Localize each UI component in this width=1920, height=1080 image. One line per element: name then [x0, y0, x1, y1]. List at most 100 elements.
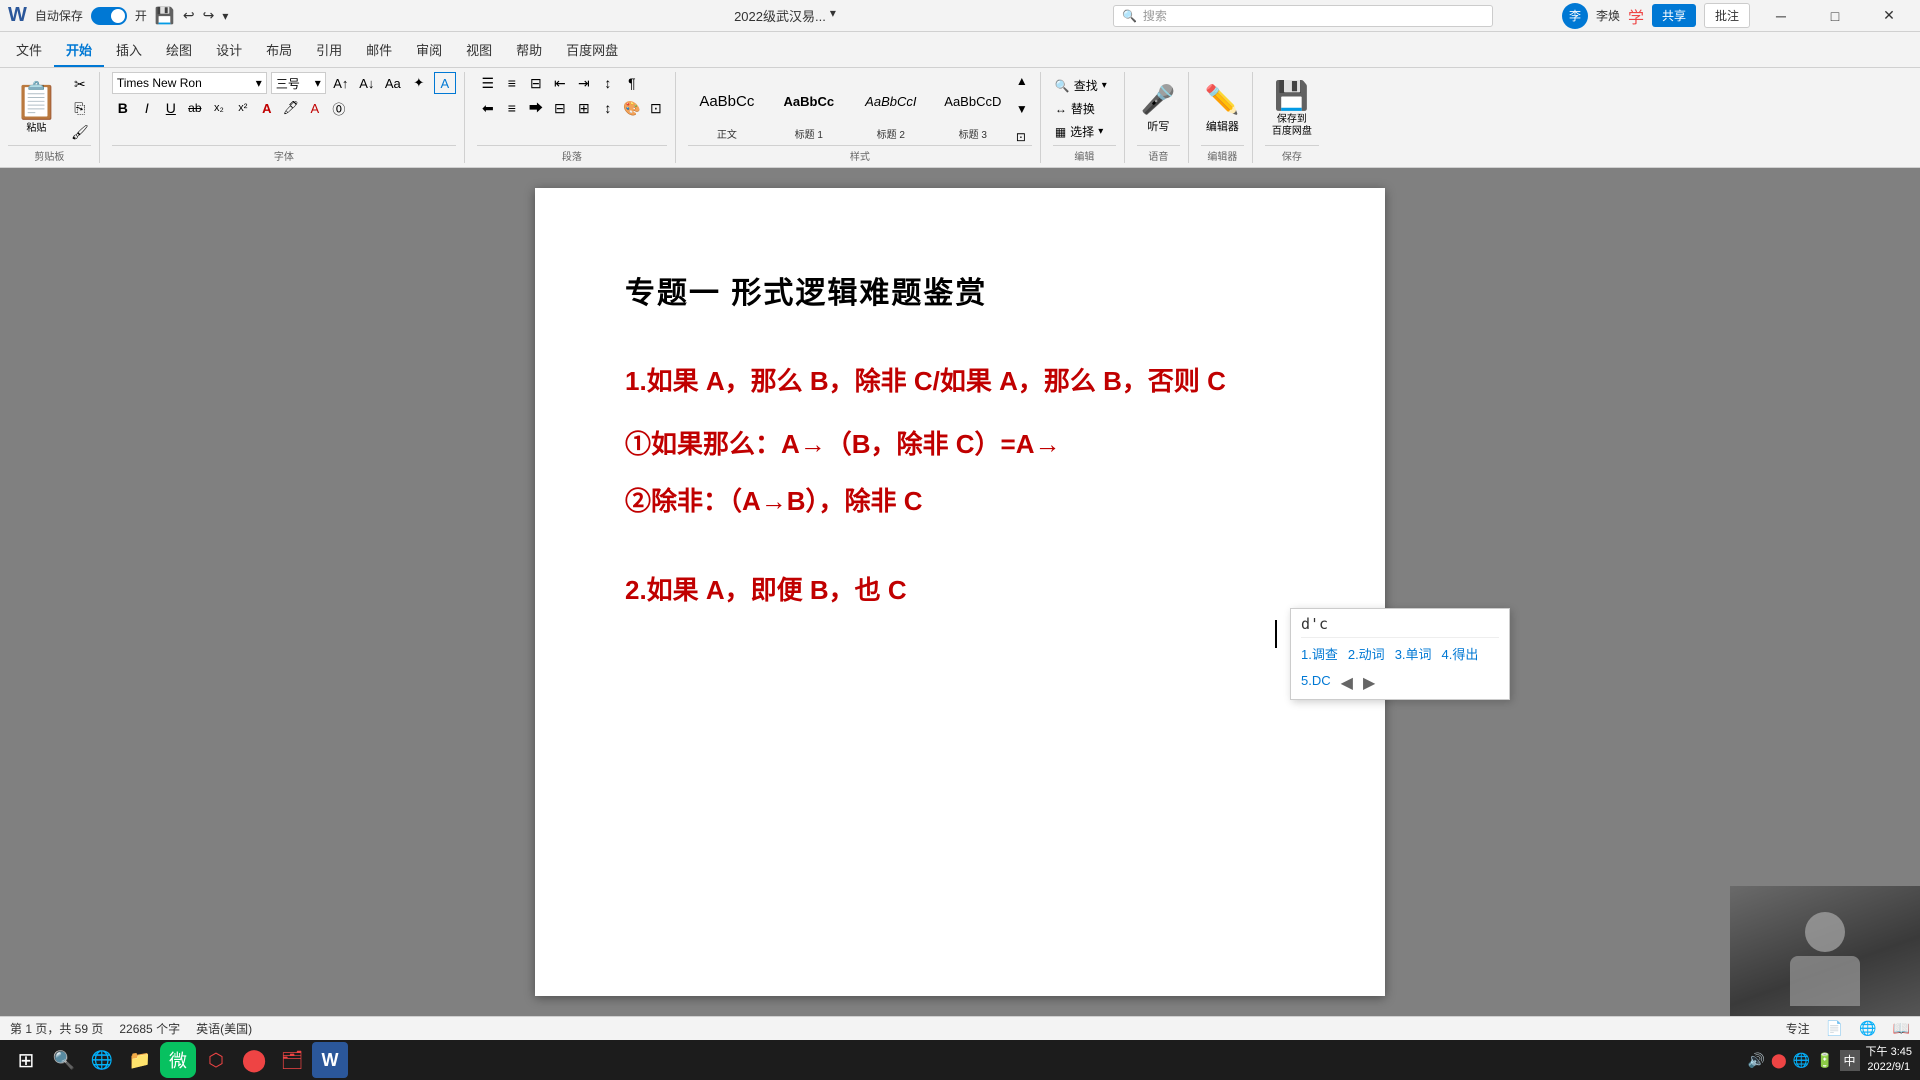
- share-button[interactable]: 共享: [1652, 4, 1696, 27]
- tab-review[interactable]: 审阅: [404, 34, 454, 67]
- align-center-button[interactable]: ≡: [501, 97, 523, 119]
- tab-view[interactable]: 视图: [454, 34, 504, 67]
- taskbar-search[interactable]: 🔍: [46, 1042, 82, 1078]
- paste-button[interactable]: 📋 粘贴: [8, 81, 65, 136]
- styles-expand[interactable]: ⊡: [1016, 130, 1032, 144]
- numbering-button[interactable]: ≡: [501, 72, 523, 94]
- doc-line-3[interactable]: ②除非：（A→B），除非 C: [625, 482, 1295, 521]
- comment-button[interactable]: 批注: [1704, 3, 1750, 28]
- clear-format-button[interactable]: ✦: [408, 72, 430, 94]
- popup-option-3[interactable]: 3.单词: [1395, 644, 1432, 663]
- strikethrough-button[interactable]: ab: [184, 97, 206, 119]
- find-button[interactable]: 🔍 查找 ▾: [1053, 75, 1116, 96]
- popup-option-1[interactable]: 1.调查: [1301, 644, 1338, 663]
- replace-button[interactable]: ↔ 替换: [1053, 98, 1116, 119]
- systray-network[interactable]: 🌐: [1793, 1052, 1810, 1069]
- more-icon[interactable]: ▾: [222, 9, 228, 23]
- taskbar-wechat[interactable]: 微: [160, 1042, 196, 1078]
- save-icon[interactable]: 💾: [155, 6, 175, 26]
- style-heading2[interactable]: AaBbCcI 标题 2: [852, 73, 930, 144]
- text-format-button[interactable]: A: [434, 72, 456, 94]
- font-color-button[interactable]: A: [304, 97, 326, 119]
- text-color-button[interactable]: A: [256, 97, 278, 119]
- popup-option-2[interactable]: 2.动词: [1348, 644, 1385, 663]
- user-avatar[interactable]: 李: [1562, 3, 1588, 29]
- highlight-button[interactable]: 🖊: [280, 97, 302, 119]
- change-case-button[interactable]: Aa: [382, 72, 404, 94]
- view-print-icon[interactable]: 📄: [1826, 1020, 1843, 1037]
- multilevel-button[interactable]: ⊟: [525, 72, 547, 94]
- taskbar-record[interactable]: ⬤: [236, 1042, 272, 1078]
- font-size-selector[interactable]: 三号 ▾: [271, 72, 326, 94]
- align-left-button[interactable]: ⬅: [477, 97, 499, 119]
- underline-button[interactable]: U: [160, 97, 182, 119]
- taskbar-app5[interactable]: ⬡: [198, 1042, 234, 1078]
- doc-line-2[interactable]: ①如果那么：A→（B，除非 C）=A→: [625, 425, 1295, 464]
- focus-button[interactable]: 专注: [1786, 1020, 1810, 1037]
- italic-button[interactable]: I: [136, 97, 158, 119]
- tab-baidu[interactable]: 百度网盘: [554, 34, 630, 67]
- indent-more-button[interactable]: ⇥: [573, 72, 595, 94]
- line-spacing-button[interactable]: ↕: [597, 97, 619, 119]
- view-web-icon[interactable]: 🌐: [1859, 1020, 1876, 1037]
- tab-design[interactable]: 设计: [204, 34, 254, 67]
- systray-volume[interactable]: 🔊: [1748, 1052, 1765, 1069]
- dictate-button[interactable]: 🎤 听写: [1141, 83, 1176, 134]
- editor-button[interactable]: ✏️ 编辑器: [1205, 83, 1240, 134]
- redo-icon[interactable]: ↪: [203, 7, 215, 24]
- indent-less-button[interactable]: ⇤: [549, 72, 571, 94]
- save-baidu-button[interactable]: 💾 保存到百度网盘: [1272, 79, 1312, 138]
- cut-button[interactable]: ✂: [69, 74, 91, 96]
- text-effect-button[interactable]: ⓪: [328, 97, 350, 119]
- popup-option-4[interactable]: 4.得出: [1442, 644, 1479, 663]
- increase-font-button[interactable]: A↑: [330, 72, 352, 94]
- view-read-icon[interactable]: 📖: [1893, 1020, 1910, 1037]
- doc-line-1[interactable]: 1.如果 A，那么 B，除非 C/如果 A，那么 B，否则 C: [625, 362, 1295, 401]
- autocomplete-popup[interactable]: d'c 1.调查 2.动词 3.单词 4.得出 5.DC ◀ ▶: [1290, 608, 1510, 700]
- systray-battery[interactable]: 🔋: [1816, 1052, 1833, 1069]
- tab-help[interactable]: 帮助: [504, 34, 554, 67]
- select-button[interactable]: ▦ 选择 ▾: [1053, 121, 1116, 142]
- tab-insert[interactable]: 插入: [104, 34, 154, 67]
- border-button[interactable]: ⊡: [645, 97, 667, 119]
- close-button[interactable]: ✕: [1866, 0, 1912, 32]
- styles-scroll-up[interactable]: ▲: [1016, 74, 1032, 88]
- title-dropdown[interactable]: ▾: [830, 6, 836, 25]
- popup-nav-left[interactable]: ◀: [1341, 673, 1353, 693]
- systray-record[interactable]: ⬤: [1771, 1052, 1787, 1069]
- show-marks-button[interactable]: ¶: [621, 72, 643, 94]
- sort-button[interactable]: ↕: [597, 72, 619, 94]
- justify-button[interactable]: ⊟: [549, 97, 571, 119]
- format-painter-button[interactable]: 🖌: [69, 122, 91, 144]
- bold-button[interactable]: B: [112, 97, 134, 119]
- shading-button[interactable]: 🎨: [621, 97, 643, 119]
- popup-nav-right[interactable]: ▶: [1363, 673, 1375, 693]
- doc-line-4[interactable]: 2.如果 A，即便 B，也 C: [625, 571, 1295, 610]
- taskbar-start[interactable]: ⊞: [8, 1042, 44, 1078]
- superscript-button[interactable]: x²: [232, 97, 254, 119]
- search-bar[interactable]: 🔍 搜索: [1113, 5, 1493, 27]
- font-name-selector[interactable]: Times New Ron ▾: [112, 72, 267, 94]
- columns-button[interactable]: ⊞: [573, 97, 595, 119]
- popup-option-5[interactable]: 5.DC: [1301, 673, 1331, 693]
- style-normal[interactable]: AaBbCc 正文: [688, 73, 766, 144]
- bullets-button[interactable]: ☰: [477, 72, 499, 94]
- taskbar-app7[interactable]: 🗂: [274, 1042, 310, 1078]
- subscript-button[interactable]: x₂: [208, 97, 230, 119]
- align-right-button[interactable]: ⮕: [525, 97, 547, 119]
- decrease-font-button[interactable]: A↓: [356, 72, 378, 94]
- autosave-toggle[interactable]: [91, 7, 127, 25]
- tab-home[interactable]: 开始: [54, 34, 104, 67]
- copy-button[interactable]: ⎘: [69, 98, 91, 120]
- style-heading3[interactable]: AaBbCcD 标题 3: [934, 73, 1012, 144]
- tab-layout[interactable]: 布局: [254, 34, 304, 67]
- maximize-button[interactable]: □: [1812, 0, 1858, 32]
- tab-file[interactable]: 文件: [4, 34, 54, 67]
- systray-input[interactable]: 中: [1840, 1050, 1860, 1071]
- tab-draw[interactable]: 绘图: [154, 34, 204, 67]
- styles-scroll-down[interactable]: ▼: [1016, 102, 1032, 116]
- taskbar-files[interactable]: 📁: [122, 1042, 158, 1078]
- minimize-button[interactable]: ─: [1758, 0, 1804, 32]
- systray-time[interactable]: 下午 3:45 2022/9/1: [1866, 1045, 1912, 1076]
- taskbar-word[interactable]: W: [312, 1042, 348, 1078]
